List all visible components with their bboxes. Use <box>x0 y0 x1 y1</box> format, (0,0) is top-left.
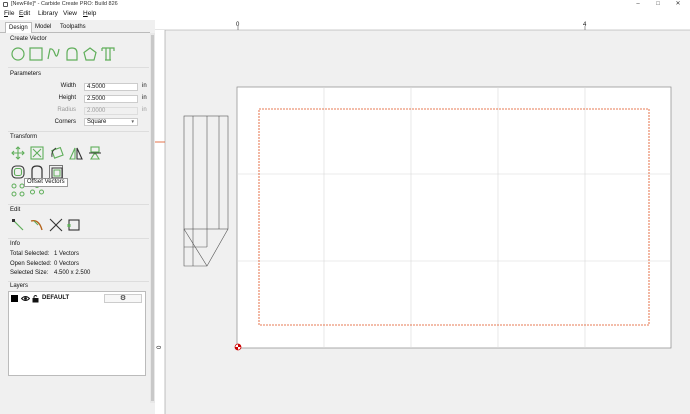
radius-field: 2.0000 <box>84 107 138 115</box>
menu-library[interactable]: Library <box>38 10 58 17</box>
mode-tabs: Design Model Toolpaths <box>0 21 150 33</box>
section-divider <box>8 67 149 68</box>
height-label: Height <box>58 95 76 101</box>
mirror-icon[interactable] <box>69 146 83 160</box>
top-ruler: 0 4 <box>155 20 690 31</box>
polygon-icon[interactable] <box>83 47 97 61</box>
info-heading: Info <box>10 241 21 247</box>
section-divider <box>8 204 149 205</box>
menu-bar: File Edit Library View Help <box>0 9 690 20</box>
trim-icon[interactable] <box>49 218 63 232</box>
node-edit-icon[interactable] <box>11 218 25 232</box>
lock-icon[interactable] <box>31 294 40 303</box>
height-field[interactable]: 2.5000 <box>84 95 138 103</box>
title-bar: [NewFile]* - Carbide Create PRO: Build 8… <box>0 0 690 9</box>
curve-icon[interactable] <box>47 47 61 61</box>
height-unit: in <box>142 95 147 101</box>
left-ruler: 0 <box>155 30 166 414</box>
transform-heading: Transform <box>10 134 38 140</box>
array-icon[interactable] <box>11 183 25 197</box>
curve-edit-icon[interactable] <box>30 218 44 232</box>
parameters-heading: Parameters <box>10 71 42 77</box>
section-divider <box>8 238 149 239</box>
corners-select[interactable]: Square ▼ <box>84 118 138 126</box>
join-icon[interactable] <box>67 218 81 232</box>
maximize-button[interactable]: □ <box>648 0 668 9</box>
gear-icon: ⚙ <box>119 295 127 302</box>
scale-icon[interactable] <box>30 146 44 160</box>
tab-model[interactable]: Model <box>32 22 54 33</box>
window-title: [NewFile]* - Carbide Create PRO: Build 8… <box>11 1 118 7</box>
layer-row[interactable]: DEFAULT ⚙ <box>11 294 144 303</box>
layer-settings-button[interactable]: ⚙ <box>104 294 142 303</box>
edit-heading: Edit <box>10 207 21 213</box>
close-button[interactable]: ✕ <box>668 0 688 9</box>
offset-icon[interactable] <box>11 165 25 179</box>
tab-toolpaths[interactable]: Toolpaths <box>57 22 89 33</box>
corners-label: Corners <box>54 119 76 125</box>
menu-help[interactable]: Help <box>83 10 96 17</box>
menu-edit[interactable]: Edit <box>19 10 30 17</box>
section-divider <box>8 281 149 282</box>
radius-label: Radius <box>57 107 76 113</box>
app-icon <box>3 2 8 7</box>
arch-icon[interactable] <box>65 47 79 61</box>
info-open-selected: Open Selected: 0 Vectors <box>10 261 80 267</box>
scrollbar-thumb[interactable] <box>151 35 154 401</box>
move-icon[interactable] <box>11 146 25 160</box>
layers-list: DEFAULT ⚙ <box>8 291 146 376</box>
boolean-icon[interactable] <box>30 165 44 179</box>
rotate-icon[interactable] <box>50 146 64 160</box>
stock-area[interactable] <box>236 86 672 349</box>
info-selected-size: Selected Size: 4.500 x 2.500 <box>10 270 91 276</box>
origin-marker <box>234 343 242 351</box>
menu-file[interactable]: File <box>4 10 15 17</box>
layer-name: DEFAULT <box>42 295 70 301</box>
width-label: Width <box>60 83 76 89</box>
radius-unit: in <box>142 107 147 113</box>
minimize-button[interactable]: – <box>628 0 648 9</box>
text-icon[interactable] <box>101 47 115 61</box>
eye-icon[interactable] <box>20 294 31 303</box>
chevron-down-icon: ▼ <box>130 119 135 124</box>
info-total-selected: Total Selected: 1 Vectors <box>10 251 80 257</box>
offset-vectors-tooltip: Offset Vectors <box>24 178 68 187</box>
layer-color-swatch[interactable] <box>11 295 18 302</box>
menu-view[interactable]: View <box>63 10 77 17</box>
section-divider <box>8 131 149 132</box>
offset-vectors-icon[interactable] <box>49 165 63 179</box>
create-vector-heading: Create Vector <box>10 36 47 42</box>
align-icon[interactable] <box>88 146 102 160</box>
layers-heading: Layers <box>10 283 29 289</box>
tab-design[interactable]: Design <box>5 22 32 33</box>
circle-icon[interactable] <box>11 47 25 61</box>
width-field[interactable]: 4.5000 <box>84 83 138 91</box>
rectangle-icon[interactable] <box>29 47 43 61</box>
width-unit: in <box>142 83 147 89</box>
design-canvas[interactable]: 0 4 0 <box>155 20 690 414</box>
